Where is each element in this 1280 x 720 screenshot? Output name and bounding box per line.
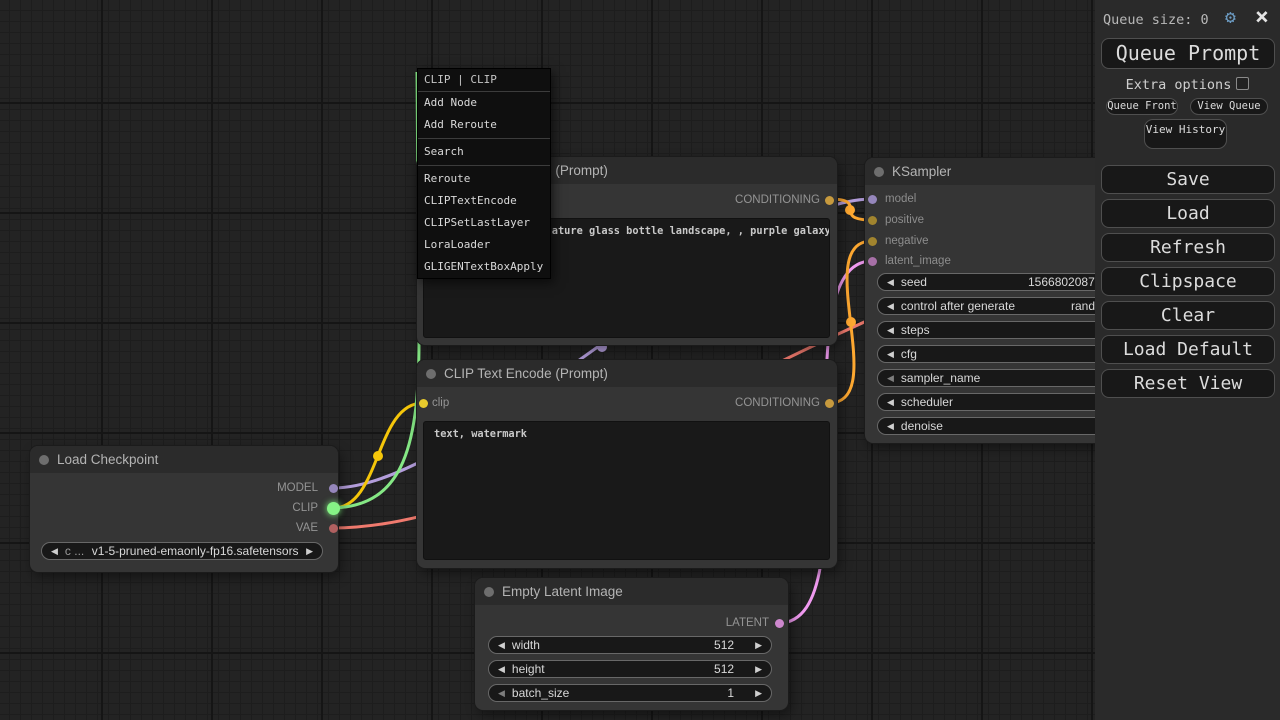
width-widget[interactable]: ◀ width 512 ▶	[488, 636, 772, 654]
positive-input-port[interactable]	[868, 216, 877, 225]
prompt-textarea[interactable]: text, watermark	[423, 421, 830, 560]
settings-gear-icon[interactable]: ⚙	[1225, 8, 1236, 28]
queue-front-button[interactable]: Queue Front	[1106, 98, 1178, 115]
vae-output-port[interactable]	[329, 524, 338, 533]
ckpt-name-widget[interactable]: ◀ c ... v1-5-pruned-emaonly-fp16.safeten…	[41, 542, 323, 560]
view-history-button[interactable]: View History	[1144, 119, 1227, 149]
conditioning-output-label: CONDITIONING	[735, 194, 820, 207]
latent-image-input-port[interactable]	[868, 257, 877, 266]
slot-context-menu: CLIP | CLIP Add Node Add Reroute Search …	[417, 68, 551, 279]
increment-arrow-icon[interactable]: ▶	[755, 641, 762, 650]
clip-output-label: CLIP	[292, 502, 318, 515]
height-widget[interactable]: ◀ height 512 ▶	[488, 660, 772, 678]
prev-arrow-icon[interactable]: ◀	[51, 547, 58, 556]
node-title: Empty Latent Image	[475, 578, 788, 605]
widget-label: seed	[901, 274, 927, 290]
collapse-dot-icon[interactable]	[39, 455, 49, 465]
positive-input-label: positive	[885, 214, 924, 227]
widget-value: 512	[714, 661, 734, 677]
load-button[interactable]: Load	[1101, 199, 1275, 228]
reset-view-button[interactable]: Reset View	[1101, 369, 1275, 398]
negative-input-label: negative	[885, 235, 928, 248]
clip-output-port-highlighted[interactable]	[327, 502, 340, 515]
conditioning-output-label: CONDITIONING	[735, 397, 820, 410]
node-title: Load Checkpoint	[30, 446, 338, 473]
menu-item-clipsetlastlayer[interactable]: CLIPSetLastLayer	[418, 212, 550, 234]
latent-image-input-label: latent_image	[885, 255, 951, 268]
conditioning-output-port[interactable]	[825, 399, 834, 408]
node-clip-text-encode-negative[interactable]: CLIP Text Encode (Prompt) clip CONDITION…	[417, 360, 837, 568]
widget-label: control after generate	[901, 298, 1015, 314]
menu-item-loraloader[interactable]: LoraLoader	[418, 234, 550, 256]
widget-label: steps	[901, 322, 930, 338]
decrement-arrow-icon[interactable]: ◀	[887, 374, 894, 383]
comfy-menu-panel: Queue size: 0 ⚙ × Queue Prompt Extra opt…	[1095, 0, 1280, 720]
decrement-arrow-icon[interactable]: ◀	[498, 689, 505, 698]
widget-label: batch_size	[512, 685, 569, 701]
node-title: CLIP Text Encode (Prompt)	[417, 360, 837, 387]
widget-label: denoise	[901, 418, 943, 434]
menu-item-add-reroute[interactable]: Add Reroute	[418, 114, 550, 136]
widget-value: v1-5-pruned-emaonly-fp16.safetensors	[91, 543, 299, 559]
widget-value: 512	[714, 637, 734, 653]
menu-separator	[418, 165, 550, 166]
widget-label: height	[512, 661, 545, 677]
refresh-button[interactable]: Refresh	[1101, 233, 1275, 262]
widget-label: scheduler	[901, 394, 953, 410]
decrement-arrow-icon[interactable]: ◀	[498, 665, 505, 674]
latent-output-port[interactable]	[775, 619, 784, 628]
clip-input-port[interactable]	[419, 399, 428, 408]
save-button[interactable]: Save	[1101, 165, 1275, 194]
model-input-label: model	[885, 193, 916, 206]
node-load-checkpoint[interactable]: Load Checkpoint MODEL CLIP VAE ◀ c ... v…	[30, 446, 338, 572]
model-output-label: MODEL	[277, 482, 318, 495]
menu-item-search[interactable]: Search	[418, 141, 550, 163]
increment-arrow-icon[interactable]: ▶	[755, 689, 762, 698]
clipspace-button[interactable]: Clipspace	[1101, 267, 1275, 296]
menu-separator	[418, 138, 550, 139]
collapse-dot-icon[interactable]	[484, 587, 494, 597]
decrement-arrow-icon[interactable]: ◀	[887, 350, 894, 359]
menu-item-cliptextencode[interactable]: CLIPTextEncode	[418, 190, 550, 212]
conditioning-output-port[interactable]	[825, 196, 834, 205]
decrement-arrow-icon[interactable]: ◀	[887, 398, 894, 407]
decrement-arrow-icon[interactable]: ◀	[498, 641, 505, 650]
comfyui-app: CLIP Text Encode (Prompt) clip CONDITION…	[0, 0, 1280, 720]
load-default-button[interactable]: Load Default	[1101, 335, 1275, 364]
extra-options-row: Extra options	[1095, 77, 1280, 93]
decrement-arrow-icon[interactable]: ◀	[887, 278, 894, 287]
widget-label: cfg	[901, 346, 917, 362]
clear-button[interactable]: Clear	[1101, 301, 1275, 330]
queue-prompt-button[interactable]: Queue Prompt	[1101, 38, 1275, 69]
widget-value: 15668020877	[1028, 274, 1101, 290]
view-queue-button[interactable]: View Queue	[1190, 98, 1268, 115]
queue-size-label: Queue size: 0	[1103, 12, 1209, 28]
node-empty-latent-image[interactable]: Empty Latent Image LATENT ◀ width 512 ▶ …	[475, 578, 788, 710]
widget-label: width	[512, 637, 540, 653]
latent-output-label: LATENT	[726, 617, 769, 630]
model-input-port[interactable]	[868, 195, 877, 204]
widget-label: sampler_name	[901, 370, 980, 386]
next-arrow-icon[interactable]: ▶	[306, 547, 313, 556]
decrement-arrow-icon[interactable]: ◀	[887, 422, 894, 431]
vae-output-label: VAE	[296, 522, 318, 535]
close-icon[interactable]: ×	[1255, 4, 1269, 30]
collapse-dot-icon[interactable]	[426, 369, 436, 379]
menu-item-gligentextboxapply[interactable]: GLIGENTextBoxApply	[418, 256, 550, 278]
widget-label: c ...	[65, 543, 84, 559]
decrement-arrow-icon[interactable]: ◀	[887, 326, 894, 335]
extra-options-label: Extra options	[1126, 77, 1232, 93]
context-menu-title: CLIP | CLIP	[418, 69, 550, 92]
batch-size-widget[interactable]: ◀ batch_size 1 ▶	[488, 684, 772, 702]
model-output-port[interactable]	[329, 484, 338, 493]
menu-item-reroute[interactable]: Reroute	[418, 168, 550, 190]
decrement-arrow-icon[interactable]: ◀	[887, 302, 894, 311]
clip-input-label: clip	[432, 397, 449, 410]
collapse-dot-icon[interactable]	[874, 167, 884, 177]
widget-value: 1	[727, 685, 734, 701]
increment-arrow-icon[interactable]: ▶	[755, 665, 762, 674]
menu-item-add-node[interactable]: Add Node	[418, 92, 550, 114]
extra-options-checkbox[interactable]	[1236, 77, 1249, 90]
negative-input-port[interactable]	[868, 237, 877, 246]
